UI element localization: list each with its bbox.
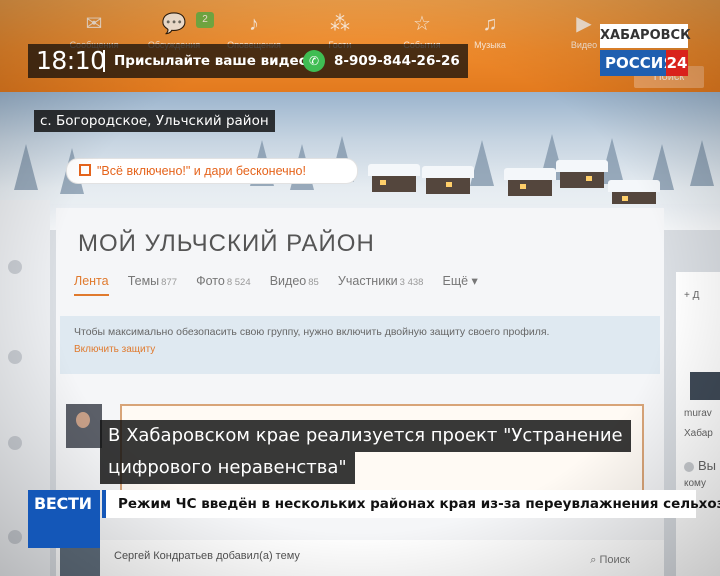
footprints-icon: ⁂ [330,13,350,35]
right-panel-caption: кому [684,478,707,489]
village-house [504,168,556,196]
author-avatar[interactable] [60,546,100,576]
headline-line-2: цифрового неравенства" [100,452,355,484]
author-name[interactable]: Сергей Кондратьев добавил(а) тему [114,550,300,562]
channel-name: РОССИЯ [605,54,675,72]
group-title: МОЙ УЛЬЧСКИЙ РАЙОН [78,230,375,257]
right-panel-add[interactable]: + Д [684,290,699,301]
post-avatar[interactable] [66,404,102,448]
right-panel-member[interactable]: murav [684,408,712,419]
location-caption: с. Богородское, Ульчский район [34,110,275,132]
tab-videos[interactable]: Видео 85 [270,274,319,294]
security-notice: Чтобы максимально обезопасить свою групп… [60,316,660,374]
promo-text: "Всё включено!" и дари бесконечно! [97,164,306,178]
ticker-text: Режим ЧС введён в нескольких районах кра… [118,496,720,512]
enable-protection-link[interactable]: Включить защиту [74,344,155,355]
star-icon: ☆ [413,13,431,35]
village-house [422,166,474,194]
mail-icon: ✉ [85,13,103,35]
info-bar-divider [103,50,105,72]
whatsapp-icon: ✆ [303,50,325,72]
tab-members[interactable]: Участники 3 438 [338,274,424,294]
phone-number: 8-909-844-26-26 [334,53,460,69]
topic-search[interactable]: ⌕ Поиск [590,554,630,567]
news-ticker: ВЕСТИ Режим ЧС введён в нескольких район… [28,490,720,548]
vesti-logo: ВЕСТИ [28,490,100,548]
member-avatar[interactable] [690,372,720,400]
city-badge: ХАБАРОВСК [600,24,691,48]
vesti-logo-text: ВЕСТИ [34,494,92,513]
send-video-caption: Присылайте ваше видео [114,53,308,69]
topic-author-row: Сергей Кондратьев добавил(а) тему ⌕ Поис… [56,540,664,576]
village-house [556,160,608,188]
promo-pill[interactable]: "Всё включено!" и дари бесконечно! [66,158,358,184]
village-house [368,164,420,192]
nav-video-label: Видео [570,40,598,50]
discussions-badge: 2 [196,12,214,28]
nav-music[interactable]: ♫ Музыка [460,6,520,86]
settings-icon [684,462,694,472]
gift-icon [79,164,91,176]
tab-more[interactable]: Ещё ▾ [443,273,478,294]
ticker-bar: Режим ЧС введён в нескольких районах кра… [102,490,720,518]
tv-frame: ✉ Сообщения 💬 Обсуждения 2 ♪ Оповещения … [0,0,720,576]
channel-logo: РОССИЯ 24 [600,50,688,76]
chat-icon: 💬 [161,13,187,35]
right-panel-heading: Вы [698,458,717,473]
group-tabs: Лента Темы 877 Фото 8 524 Видео 85 Участник… [74,270,492,300]
headline-line-1: В Хабаровском крае реализуется проект "У… [100,420,631,452]
tab-topics[interactable]: Темы 877 [128,274,177,294]
tab-feed[interactable]: Лента [74,274,109,296]
channel-number: 24 [666,50,688,76]
group-card: МОЙ УЛЬЧСКИЙ РАЙОН Лента Темы 877 Фото 8 5… [56,208,664,576]
security-notice-text: Чтобы максимально обезопасить свою групп… [74,326,550,338]
bell-icon: ♪ [249,13,259,35]
right-panel-city: Хабар [684,428,713,439]
tab-photos[interactable]: Фото 8 524 [196,274,251,294]
nav-music-label: Музыка [474,40,506,50]
tv-clock: 18:10 [36,46,106,75]
right-panel: + Д murav Хабар Вы кому [676,272,720,576]
music-note-icon: ♫ [482,13,498,35]
